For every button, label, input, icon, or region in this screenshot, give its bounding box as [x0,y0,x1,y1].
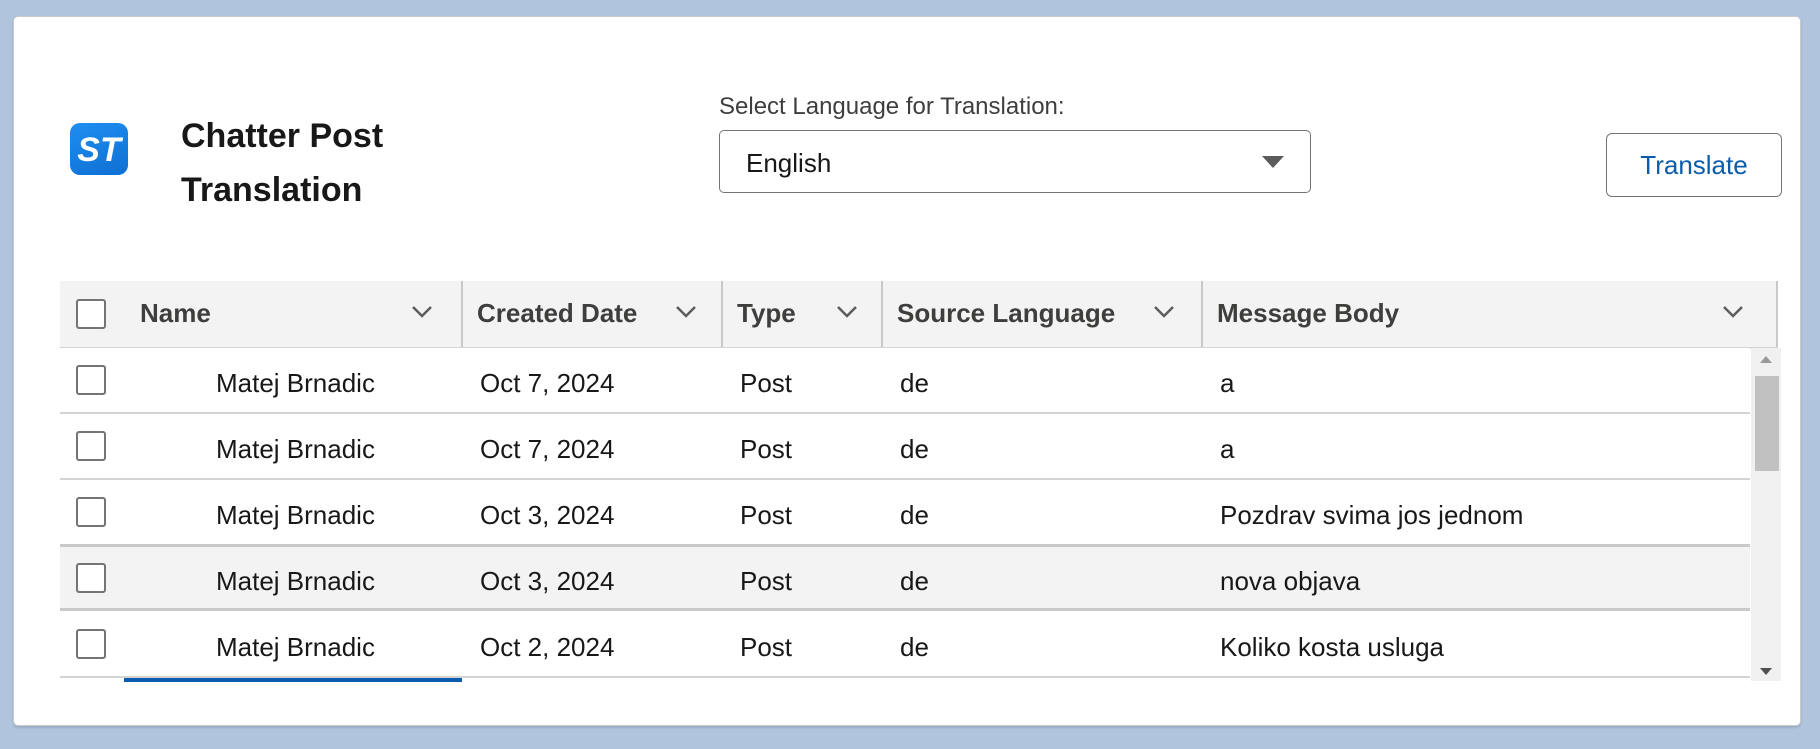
scroll-up-icon[interactable] [1760,356,1772,363]
table-header: Name Created Date Type Source Language M… [60,281,1778,349]
posts-table: Name Created Date Type Source Language M… [60,281,1782,682]
title-line-1: Chatter Post [181,117,384,155]
cell-created-date: Oct 2, 2024 [480,632,615,662]
row-checkbox[interactable] [76,365,106,395]
cell-created-date: Oct 3, 2024 [480,566,615,596]
table-row[interactable]: Matej Brnadic Oct 3, 2024 Post de Pozdra… [60,480,1750,546]
logo-text: ST [77,131,124,169]
column-header-name[interactable]: Name [60,281,463,347]
row-checkbox[interactable] [76,497,106,527]
translation-card: ST Chatter Post Translation Select Langu… [13,16,1801,726]
chevron-down-icon[interactable] [675,305,697,319]
cell-name: Matej Brnadic [216,434,375,464]
caret-down-icon [1262,156,1284,168]
scrollbar-thumb[interactable] [1755,376,1779,471]
table-row[interactable]: Matej Brnadic Oct 3, 2024 Post de nova o… [60,544,1750,611]
chevron-down-icon[interactable] [1153,305,1175,319]
page-title: Chatter Post Translation [181,109,601,217]
table-row[interactable]: Matej Brnadic Oct 2, 2024 Post de Koliko… [60,612,1750,678]
column-label-source-language: Source Language [897,298,1116,328]
scroll-down-icon[interactable] [1760,668,1772,675]
cell-source-language: de [900,500,929,530]
language-select-label: Select Language for Translation: [719,93,1065,120]
language-select[interactable]: English [719,130,1311,193]
cell-type: Post [740,566,793,596]
cell-type: Post [740,500,793,530]
row-checkbox[interactable] [76,431,106,461]
column-header-type[interactable]: Type [723,281,883,347]
cell-source-language: de [900,434,929,464]
cell-name: Matej Brnadic [216,500,375,530]
cell-source-language: de [900,368,929,398]
chevron-down-icon[interactable] [1722,305,1744,319]
cell-message-body: a [1220,434,1235,464]
cell-name: Matej Brnadic [216,566,375,596]
column-label-type: Type [737,298,796,328]
chevron-down-icon[interactable] [836,305,858,319]
cell-source-language: de [900,632,929,662]
chevron-down-icon[interactable] [411,305,433,319]
cell-name: Matej Brnadic [216,632,375,662]
cell-message-body: Pozdrav svima jos jednom [1220,500,1524,530]
cell-created-date: Oct 7, 2024 [480,368,615,398]
column-header-message-body[interactable]: Message Body [1203,281,1778,347]
language-select-value: English [746,148,832,178]
row-checkbox[interactable] [76,629,106,659]
cell-source-language: de [900,566,929,596]
cell-message-body: a [1220,368,1235,398]
cell-created-date: Oct 7, 2024 [480,434,615,464]
table-scrollbar[interactable] [1751,348,1781,681]
select-all-checkbox[interactable] [76,299,106,329]
column-label-name: Name [140,298,211,328]
row-checkbox[interactable] [76,563,106,593]
column-header-source-language[interactable]: Source Language [883,281,1203,347]
table-body: Matej Brnadic Oct 7, 2024 Post de a Mate… [60,348,1750,681]
focus-indicator [124,678,462,682]
column-label-message-body: Message Body [1217,298,1400,328]
column-header-created-date[interactable]: Created Date [463,281,723,347]
cell-name: Matej Brnadic [216,368,375,398]
st-logo-icon: ST [70,123,128,175]
cell-message-body: nova objava [1220,566,1361,596]
cell-created-date: Oct 3, 2024 [480,500,615,530]
column-label-created-date: Created Date [477,298,638,328]
cell-type: Post [740,368,793,398]
table-row[interactable]: Matej Brnadic Oct 7, 2024 Post de a [60,348,1750,414]
cell-type: Post [740,632,793,662]
cell-message-body: Koliko kosta usluga [1220,632,1445,662]
table-row[interactable]: Matej Brnadic Oct 7, 2024 Post de a [60,414,1750,480]
cell-type: Post [740,434,793,464]
translate-button[interactable]: Translate [1606,133,1782,197]
title-line-2: Translation [181,171,363,209]
